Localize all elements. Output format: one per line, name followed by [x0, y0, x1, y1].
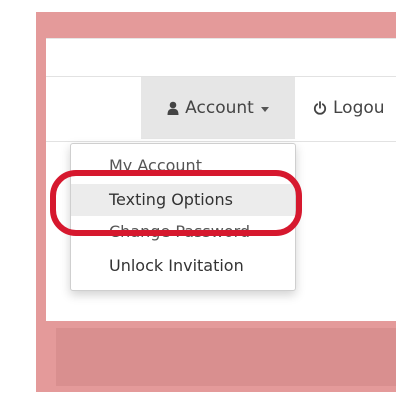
menu-item-label: Texting Options — [109, 190, 233, 209]
menu-item-label: My Account — [109, 156, 202, 175]
account-dropdown-menu: My Account Texting Options Change Passwo… — [70, 143, 296, 291]
power-icon — [313, 101, 327, 115]
screenshot-stage: Account Logou My Account Texting Options… — [0, 0, 396, 400]
menu-item-my-account[interactable]: My Account — [71, 150, 295, 182]
caret-down-icon — [260, 106, 269, 112]
user-icon — [167, 101, 179, 115]
account-menu-label: Account — [185, 98, 254, 118]
menu-item-change-password[interactable]: Change Password — [71, 216, 295, 248]
menu-item-label: Change Password — [109, 222, 251, 241]
menu-item-texting-options[interactable]: Texting Options — [71, 184, 295, 216]
account-menu-toggle[interactable]: Account — [141, 77, 295, 139]
menu-item-unlock-invitation[interactable]: Unlock Invitation — [71, 250, 295, 282]
page-footer-band — [56, 328, 396, 386]
logout-link[interactable]: Logou — [313, 77, 396, 139]
logout-label: Logou — [333, 98, 385, 118]
menu-item-label: Unlock Invitation — [109, 256, 244, 275]
